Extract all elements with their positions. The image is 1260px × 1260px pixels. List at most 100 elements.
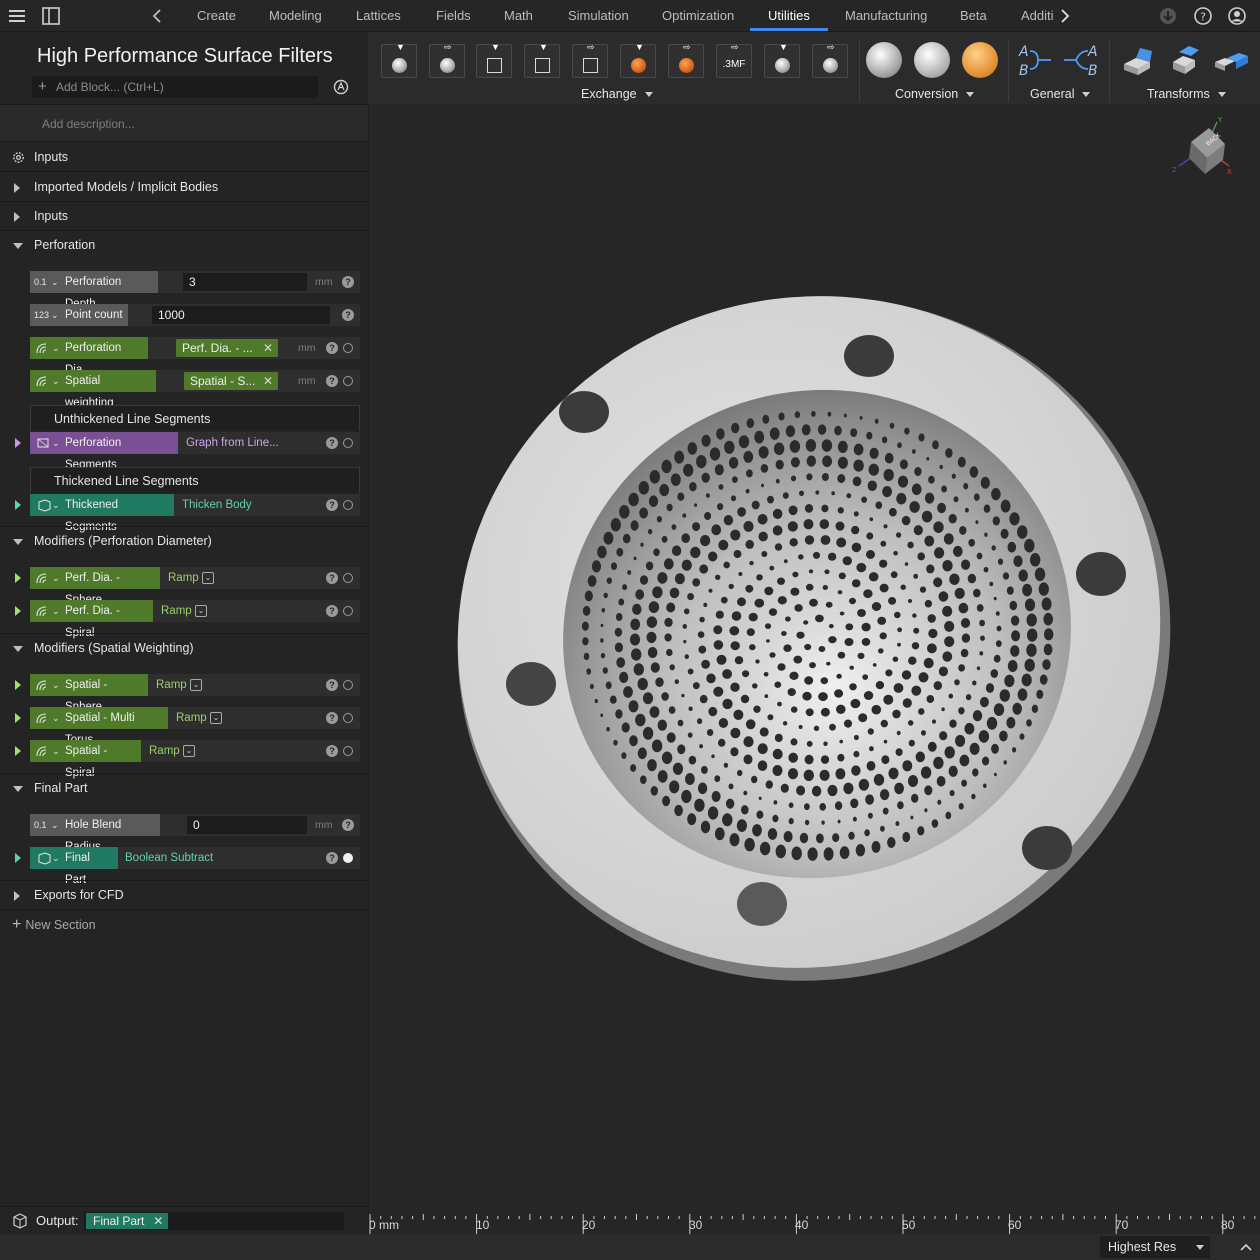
spatial-weighting-chip[interactable]: Spatial - S... ✕ xyxy=(184,372,278,390)
perf-dia-spiral-label[interactable]: ⌄ Perf. Dia. - Spiral xyxy=(30,600,153,639)
perf-dia-sphere-label[interactable]: ⌄ Perf. Dia. - Sphere xyxy=(30,567,160,606)
spatial-sphere-label[interactable]: ⌄ Spatial - Sphere xyxy=(30,674,148,713)
export-mesh-button[interactable]: ⇨ xyxy=(572,42,608,78)
expand-icon[interactable] xyxy=(15,438,21,448)
spatial-multi-torus-label[interactable]: ⌄ Spatial - Multi Torus xyxy=(30,707,168,746)
expand-icon[interactable] xyxy=(15,573,21,583)
exchange-group-menu[interactable]: Exchange xyxy=(581,87,653,101)
convert-lattice-button[interactable] xyxy=(962,42,998,78)
section-inputs-top[interactable]: Inputs xyxy=(0,143,368,172)
point-count-input[interactable]: 1000 xyxy=(152,306,330,324)
dropdown-icon[interactable]: ⌄ xyxy=(190,679,202,691)
account-icon[interactable] xyxy=(1227,6,1247,26)
section-final-part[interactable]: Final Part xyxy=(0,774,368,803)
visibility-toggle[interactable] xyxy=(343,438,353,448)
import-scan-button[interactable]: ▼ xyxy=(764,42,800,78)
import-cube-button[interactable]: ▼ xyxy=(476,42,512,78)
rotate-transform-icon[interactable] xyxy=(1165,42,1203,78)
section-modifiers-spatial[interactable]: Modifiers (Spatial Weighting) xyxy=(0,634,368,663)
tab-optimization[interactable]: Optimization xyxy=(662,0,734,32)
3d-viewport[interactable]: BACK Y X Z xyxy=(369,104,1260,1234)
help-icon[interactable]: ? xyxy=(326,745,338,757)
ramp-link[interactable]: Ramp xyxy=(149,740,180,762)
tab-create[interactable]: Create xyxy=(197,0,236,32)
remove-icon[interactable]: ✕ xyxy=(263,339,273,357)
remove-icon[interactable]: ✕ xyxy=(153,1213,163,1229)
tab-additive[interactable]: Additi xyxy=(1021,0,1057,32)
perforation-depth-label[interactable]: 0.1 ⌄ Perforation Depth xyxy=(30,271,158,310)
expand-icon[interactable] xyxy=(15,746,21,756)
perforation-dia-chip[interactable]: Perf. Dia. - ... ✕ xyxy=(176,339,278,357)
expand-icon[interactable] xyxy=(15,680,21,690)
import-sphere-button[interactable]: ▼ xyxy=(381,42,417,78)
tab-math[interactable]: Math xyxy=(504,0,533,32)
collapse-up-icon[interactable] xyxy=(1238,1239,1254,1255)
visibility-toggle[interactable] xyxy=(343,343,353,353)
conversion-group-menu[interactable]: Conversion xyxy=(895,87,975,101)
visibility-toggle[interactable] xyxy=(343,713,353,723)
export-sphere-button[interactable]: ⇨ xyxy=(429,42,465,78)
ramp-link[interactable]: Ramp xyxy=(161,600,192,622)
convert-implicit-button[interactable] xyxy=(914,42,950,78)
help-icon[interactable]: ? xyxy=(326,499,338,511)
scroll-right-icon[interactable] xyxy=(1054,6,1074,26)
download-icon[interactable] xyxy=(1158,6,1178,26)
hole-blend-input[interactable]: 0 xyxy=(187,816,307,834)
tab-utilities[interactable]: Utilities xyxy=(750,0,828,32)
ai-assist-icon[interactable] xyxy=(332,78,350,96)
ramp-link[interactable]: Ramp xyxy=(168,567,199,589)
perforation-dia-label[interactable]: ⌄ Perforation Dia. xyxy=(30,337,148,376)
export-scan-button[interactable]: ⇨ xyxy=(812,42,848,78)
section-imported-models[interactable]: Imported Models / Implicit Bodies xyxy=(0,173,368,202)
point-count-label[interactable]: 123 ⌄ Point count xyxy=(30,304,128,326)
thickened-segments-label[interactable]: ⌄ Thickened Segments xyxy=(30,494,174,533)
perforation-depth-input[interactable]: 3 xyxy=(183,273,307,291)
help-icon[interactable]: ? xyxy=(326,679,338,691)
tab-lattices[interactable]: Lattices xyxy=(356,0,401,32)
expand-icon[interactable] xyxy=(15,500,21,510)
visibility-toggle[interactable] xyxy=(343,606,353,616)
merge-icon[interactable]: A B xyxy=(1016,42,1054,78)
dropdown-icon[interactable]: ⌄ xyxy=(202,572,214,584)
expand-icon[interactable] xyxy=(15,606,21,616)
new-section-button[interactable]: + New Section xyxy=(12,916,96,934)
scale-transform-icon[interactable] xyxy=(1211,42,1249,78)
help-icon[interactable]: ? xyxy=(342,276,354,288)
tab-simulation[interactable]: Simulation xyxy=(568,0,629,32)
add-block-input[interactable]: + Add Block... (Ctrl+L) xyxy=(32,76,318,98)
expand-icon[interactable] xyxy=(15,713,21,723)
help-icon[interactable]: ? xyxy=(326,342,338,354)
split-icon[interactable]: A B xyxy=(1062,42,1102,78)
dropdown-icon[interactable]: ⌄ xyxy=(210,712,222,724)
visibility-toggle[interactable] xyxy=(343,746,353,756)
move-transform-icon[interactable] xyxy=(1118,42,1156,78)
output-chip[interactable]: Final Part ✕ xyxy=(86,1213,169,1229)
final-part-label[interactable]: ⌄ Final Part xyxy=(30,847,118,886)
perforation-segments-label[interactable]: ⌄ Perforation Segments xyxy=(30,432,178,471)
help-icon[interactable]: ? xyxy=(326,852,338,864)
convert-mesh-button[interactable] xyxy=(866,42,902,78)
panel-toggle-icon[interactable] xyxy=(41,6,61,26)
visibility-toggle[interactable] xyxy=(343,500,353,510)
export-lattice-button[interactable]: ⇨ xyxy=(668,42,704,78)
visibility-toggle[interactable] xyxy=(343,853,353,863)
help-icon[interactable]: ? xyxy=(342,309,354,321)
export-3mf-button[interactable]: ⇨ .3MF xyxy=(716,42,752,78)
tab-fields[interactable]: Fields xyxy=(436,0,471,32)
import-lattice-button[interactable]: ▼ xyxy=(620,42,656,78)
ramp-link[interactable]: Ramp xyxy=(176,707,207,729)
expand-icon[interactable] xyxy=(15,853,21,863)
section-modifiers-dia[interactable]: Modifiers (Perforation Diameter) xyxy=(0,527,368,556)
help-icon[interactable]: ? xyxy=(326,572,338,584)
help-icon[interactable]: ? xyxy=(326,375,338,387)
boolean-subtract-link[interactable]: Boolean Subtract xyxy=(125,847,213,869)
section-exports[interactable]: Exports for CFD xyxy=(0,881,368,910)
thickened-segments-link[interactable]: Thicken Body xyxy=(182,494,252,516)
ramp-link[interactable]: Ramp xyxy=(156,674,187,696)
help-icon[interactable]: ? xyxy=(342,819,354,831)
help-icon[interactable]: ? xyxy=(326,605,338,617)
general-group-menu[interactable]: General xyxy=(1030,87,1091,101)
section-perforation[interactable]: Perforation xyxy=(0,231,368,260)
help-icon[interactable]: ? xyxy=(326,712,338,724)
perforation-segments-link[interactable]: Graph from Line... xyxy=(186,432,279,454)
